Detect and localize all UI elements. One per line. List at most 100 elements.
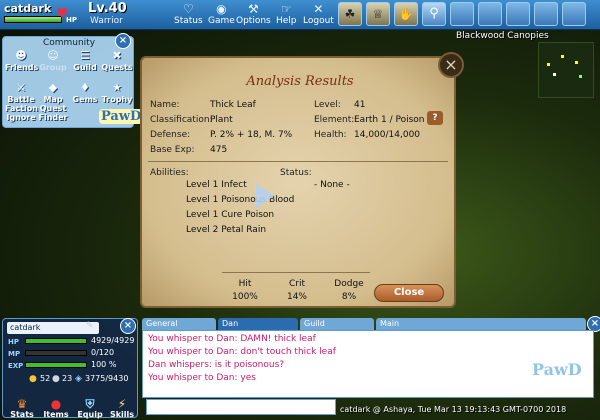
divider — [222, 272, 370, 273]
monster-base-exp: 475 — [210, 145, 228, 155]
quickslot-3[interactable]: ✋ — [394, 2, 418, 26]
button-label: Group — [39, 63, 67, 72]
close-button[interactable]: Close — [374, 284, 444, 302]
quickslot-2[interactable]: ♕ — [366, 2, 390, 26]
chat-log[interactable]: You whisper to Dan: DAMN! thick leaf You… — [142, 330, 594, 398]
dodge-value: 8% — [341, 292, 357, 302]
skills-icon: ⚡ — [117, 397, 127, 411]
quickslot-1[interactable]: ☘ — [338, 2, 362, 26]
hit-label: Hit — [238, 279, 252, 289]
player-stats-panel: catdark HP 4929/4929 MP 0/120 EXP 100 % … — [2, 318, 138, 419]
nav-help-button[interactable]: ☞ Help — [276, 2, 297, 28]
nav-label: Options — [236, 16, 271, 26]
stats-panel-close-button[interactable]: × — [120, 318, 136, 334]
skills-button[interactable]: ⚡ Skills — [107, 398, 137, 419]
chat-message: You whisper to Dan: yes — [148, 373, 256, 383]
base-exp-label: Base Exp: — [150, 145, 195, 155]
element-label: Element: — [314, 115, 355, 125]
quickslot-7[interactable] — [506, 2, 530, 26]
chat-message: You whisper to Dan: DAMN! thick leaf — [148, 334, 316, 344]
nav-label: Game — [208, 16, 235, 26]
button-label: Quests — [101, 63, 133, 72]
monster-defense: P. 2% + 18, M. 7% — [210, 130, 293, 140]
stats-icon: ♛ — [16, 397, 28, 411]
player-level: Lv.40 — [88, 1, 127, 16]
mp-tag: MP — [8, 350, 21, 358]
monster-status: - None - — [314, 180, 350, 190]
magnifier-icon: ⚲ — [429, 6, 439, 21]
chat-tab-main[interactable]: Main — [376, 318, 586, 330]
crit-value: 14% — [286, 292, 307, 302]
edit-icon[interactable]: ✎ — [86, 321, 94, 331]
group-button[interactable]: ☺ Group — [37, 50, 69, 72]
chat-tab-general[interactable]: General — [142, 318, 216, 330]
quickslot-6[interactable] — [478, 2, 502, 26]
equip-button[interactable]: ⛨ Equip — [75, 398, 105, 419]
crit-label: Crit — [288, 279, 305, 289]
pawd-logo: PawD — [99, 109, 144, 124]
coins-b-value: 23 — [62, 374, 73, 383]
guild-button[interactable]: ☰ Guild — [69, 50, 101, 72]
exp-tag: EXP — [8, 362, 24, 370]
heart-icon: ♡ — [182, 2, 194, 16]
close-icon: × — [123, 320, 133, 331]
nav-logout-button[interactable]: ✕ Logout — [303, 2, 334, 28]
button-label: Friends — [5, 63, 39, 72]
nav-label: Status — [174, 16, 203, 26]
quests-button[interactable]: ✖ Quests — [101, 49, 133, 72]
friends-icon: ☻ — [15, 49, 27, 62]
quickslot-9[interactable] — [562, 2, 586, 26]
items-button[interactable]: ● Items — [41, 398, 71, 419]
chat-tab-guild[interactable]: Guild — [300, 318, 374, 330]
community-close-button[interactable]: × — [115, 33, 131, 49]
button-label: Trophy — [101, 95, 133, 104]
button-label: Finder — [38, 113, 68, 122]
gold-icon: ◈ — [75, 374, 82, 384]
chat-tab-dan[interactable]: Dan — [218, 318, 298, 330]
button-label: Skills — [109, 410, 135, 419]
skill-icon: ✋ — [398, 7, 414, 21]
dialog-close-x-button[interactable]: × — [438, 52, 464, 78]
community-panel: Community ☻ Friends ☺ Group ☰ Guild ✖ Quests… — [2, 36, 144, 128]
map-quest-finder-button[interactable]: ◆ Map Quest Finder — [37, 82, 69, 122]
nav-game-button[interactable]: ◉ Game — [208, 2, 235, 28]
game-controller-icon: ◉ — [216, 2, 227, 16]
ability-item: Level 2 Petal Rain — [186, 225, 267, 235]
monster-level: 41 — [354, 100, 366, 110]
name-label: Name: — [150, 100, 180, 110]
nav-status-button[interactable]: ♡ Status — [174, 2, 203, 28]
minimap[interactable] — [538, 42, 594, 98]
status-label: Status: — [280, 168, 312, 178]
hit-value: 100% — [232, 292, 258, 302]
trophy-button[interactable]: ★ Trophy — [101, 82, 133, 104]
server-status-line: catdark @ Ashaya, Tue Mar 13 19:13:43 GM… — [340, 405, 567, 414]
stats-button[interactable]: ♛ Stats — [7, 398, 37, 419]
quickslot-8[interactable] — [534, 2, 558, 26]
stats-mp-value: 0/120 — [91, 348, 115, 357]
silver-coin-icon: ● — [52, 374, 60, 384]
battle-icon: ⚔ — [16, 81, 26, 94]
divider — [148, 161, 448, 162]
gems-button[interactable]: ♦ Gems — [69, 82, 101, 104]
close-icon: × — [444, 55, 458, 74]
button-label: Ignore — [6, 113, 36, 122]
friends-button[interactable]: ☻ Friends — [5, 49, 39, 72]
analysis-results-dialog: Analysis Results × Name: Thick Leaf Leve… — [140, 52, 464, 308]
monster-element: Earth 1 / Poison — [354, 115, 425, 125]
button-label: Map — [43, 95, 63, 104]
hp-tag: HP — [66, 16, 77, 24]
nav-options-button[interactable]: ⚒ Options — [236, 2, 271, 28]
mouse-cursor — [256, 184, 274, 208]
player-name: catdark — [4, 2, 52, 15]
quests-icon: ✖ — [112, 49, 122, 62]
abilities-label: Abilities: — [150, 168, 189, 178]
chat-input[interactable] — [146, 399, 336, 415]
coins-a-value: 52 — [40, 374, 51, 383]
player-hp-bar — [4, 16, 62, 23]
quickslot-search[interactable]: ⚲ — [422, 2, 446, 26]
quickslot-5[interactable] — [450, 2, 474, 26]
battle-faction-ignore-button[interactable]: ⚔ Battle Faction Ignore — [5, 81, 38, 122]
location-name: Blackwood Canopies — [456, 31, 549, 41]
stats-hp-value: 4929/4929 — [91, 336, 135, 345]
element-help-button[interactable]: ? — [427, 111, 443, 125]
